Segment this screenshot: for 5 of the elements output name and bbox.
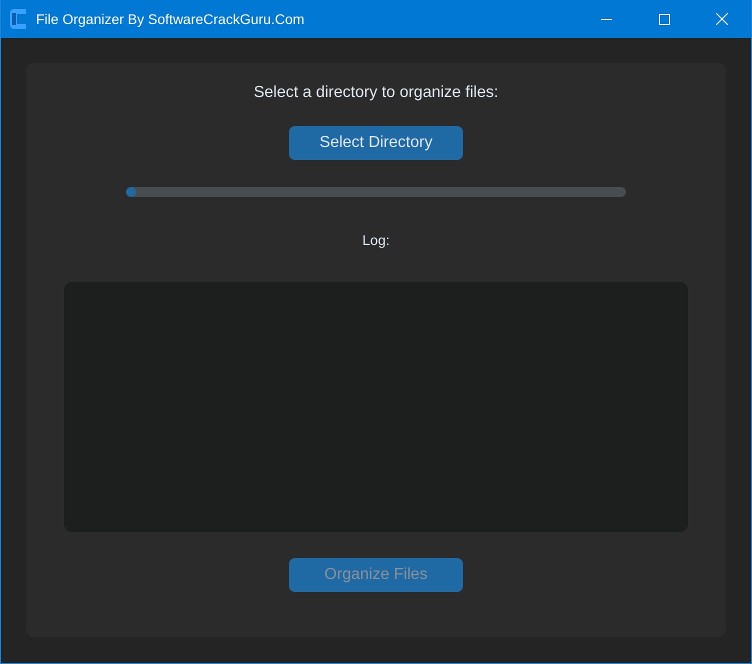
instruction-text: Select a directory to organize files: [254,84,498,103]
select-directory-button[interactable]: Select Directory [289,126,463,160]
window-title: File Organizer By SoftwareCrackGuru.Com [36,11,306,27]
log-label: Log: [362,232,390,248]
app-logo-icon [10,9,28,29]
